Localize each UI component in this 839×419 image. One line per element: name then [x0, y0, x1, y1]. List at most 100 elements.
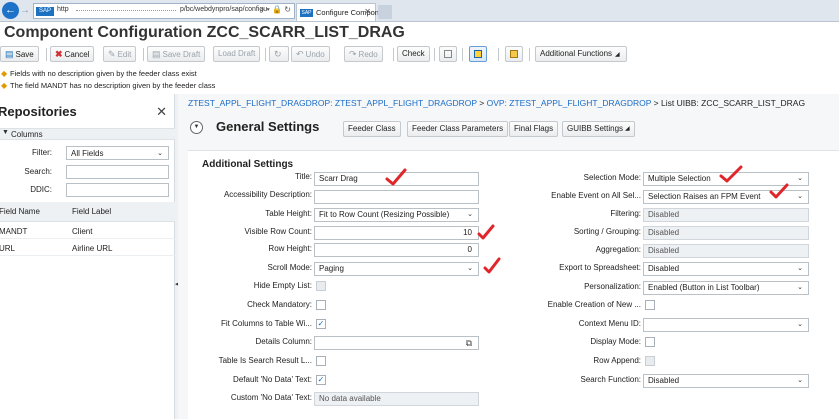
export-spreadsheet-label: Export to Spreadsheet:: [559, 263, 641, 272]
save-draft-button[interactable]: ▤ Save Draft: [147, 46, 206, 62]
default-no-data-label: Default 'No Data' Text:: [233, 375, 312, 384]
ddic-label: DDIC:: [30, 185, 52, 194]
table-height-select[interactable]: Fit to Row Count (Resizing Possible) ⌄: [314, 208, 479, 222]
accessibility-description-input[interactable]: [314, 190, 479, 204]
table-row[interactable]: MANDT Client: [0, 222, 175, 239]
hide-empty-list-checkbox[interactable]: [316, 281, 326, 291]
filter-label: Filter:: [32, 148, 52, 157]
chevron-down-icon: ⌄: [797, 321, 803, 328]
address-tools-icon[interactable]: ⌕ ▾ 🔒 ↻: [260, 5, 291, 15]
chevron-down-icon: ⌄: [797, 175, 803, 182]
redo-button[interactable]: ↷ Redo: [344, 46, 383, 62]
load-draft-button[interactable]: Load Draft: [213, 46, 261, 62]
feeder-class-parameters-button[interactable]: Feeder Class Parameters: [407, 121, 509, 137]
default-no-data-checkbox[interactable]: ✓: [316, 375, 326, 385]
column-header-field-label[interactable]: Field Label: [72, 207, 111, 216]
breadcrumb-link-application[interactable]: ZTEST_APPL_FLIGHT_DRAGDROP: ZTEST_APPL_F…: [188, 98, 477, 108]
url-protocol: http: [57, 6, 69, 13]
forward-arrow-icon[interactable]: →: [19, 4, 31, 17]
search-label: Search:: [24, 167, 52, 176]
save-button[interactable]: ▤ Save: [0, 46, 39, 62]
warning-text: Fields with no description given by the …: [10, 69, 197, 78]
display-mode-checkbox[interactable]: [645, 337, 655, 347]
refresh-button[interactable]: ↻: [269, 46, 289, 62]
columns-section-toggle[interactable]: ▼ Columns: [0, 128, 175, 140]
field-label-cell: Airline URL: [72, 244, 113, 253]
guibb-settings-button[interactable]: GUIBB Settings ◢: [562, 121, 635, 137]
context-menu-id-select[interactable]: ⌄: [643, 318, 809, 332]
warning-message: ◆ The field MANDT has no description giv…: [0, 80, 839, 91]
additional-functions-button[interactable]: Additional Functions ◢: [535, 46, 627, 62]
layout-split-icon[interactable]: [469, 46, 487, 62]
column-header-field-name[interactable]: Field Name: [0, 207, 40, 216]
additional-settings-title: Additional Settings: [202, 159, 294, 170]
hide-empty-list-label: Hide Empty List:: [253, 281, 312, 290]
visible-row-count-input[interactable]: 10: [314, 226, 479, 240]
save-draft-label: Save Draft: [162, 50, 201, 59]
feeder-class-button[interactable]: Feeder Class: [343, 121, 401, 137]
enable-creation-label: Enable Creation of New ...: [547, 300, 641, 309]
row-height-input[interactable]: 0: [314, 243, 479, 257]
cancel-button[interactable]: ✖ Cancel: [50, 46, 95, 62]
row-append-checkbox[interactable]: [645, 356, 655, 366]
new-tab-button[interactable]: [378, 5, 392, 19]
general-settings-title: General Settings: [216, 119, 320, 134]
fit-columns-checkbox[interactable]: ✓: [316, 319, 326, 329]
save-label: Save: [15, 50, 34, 59]
edit-button[interactable]: ✎ Edit: [103, 46, 137, 62]
close-icon[interactable]: ✕: [156, 104, 167, 120]
sap-favicon-icon: SAP: [36, 7, 54, 16]
check-button[interactable]: Check: [397, 46, 430, 62]
guibb-settings-label: GUIBB Settings: [567, 124, 624, 133]
browser-tab[interactable]: SAP Configure Component ✕: [296, 3, 389, 21]
aggregation-field: Disabled: [643, 244, 809, 258]
field-name-cell: MANDT: [0, 227, 28, 236]
back-arrow-icon[interactable]: ←: [2, 2, 19, 19]
enable-creation-checkbox[interactable]: [645, 300, 655, 310]
personalization-select[interactable]: Enabled (Button in List Toolbar) ⌄: [643, 281, 809, 295]
custom-no-data-input[interactable]: No data available: [314, 392, 479, 406]
menu-corner-icon: ◢: [615, 52, 620, 58]
layout-stacked-icon[interactable]: [505, 46, 523, 62]
display-mode-label: Display Mode:: [590, 337, 641, 346]
final-flags-button[interactable]: Final Flags: [509, 121, 559, 137]
field-label-cell: Client: [72, 227, 93, 236]
visible-row-count-label: Visible Row Count:: [244, 227, 312, 236]
toolbar-divider: [529, 48, 530, 61]
tab-close-icon[interactable]: ✕: [364, 7, 371, 16]
sorting-grouping-label: Sorting / Grouping:: [573, 227, 641, 236]
custom-no-data-label: Custom 'No Data' Text:: [230, 393, 312, 402]
selection-mode-label: Selection Mode:: [583, 173, 641, 182]
search-function-select[interactable]: Disabled ⌄: [643, 374, 809, 388]
selection-mode-value: Multiple Selection: [648, 174, 711, 183]
additional-functions-label: Additional Functions: [540, 49, 613, 58]
chevron-down-icon: ⌄: [797, 377, 803, 384]
search-input[interactable]: [66, 165, 169, 179]
filter-select[interactable]: All Fields ⌄: [66, 146, 169, 160]
scroll-mode-label: Scroll Mode:: [267, 263, 312, 272]
details-column-input[interactable]: ⧉: [314, 336, 479, 350]
scroll-mode-select[interactable]: Paging ⌄: [314, 262, 479, 276]
url-redacted: [76, 10, 176, 13]
value-help-icon[interactable]: ⧉: [466, 337, 472, 349]
cancel-icon: ✖: [55, 49, 63, 59]
undo-button[interactable]: ↶ Undo: [291, 46, 330, 62]
layout-single-icon[interactable]: [439, 46, 457, 62]
address-bar[interactable]: SAP http p/bc/webdynpro/sap/configu ⌕ ▾ …: [33, 3, 295, 19]
search-result-list-checkbox[interactable]: [316, 356, 326, 366]
draft-icon: ▤: [152, 49, 161, 59]
check-mandatory-checkbox[interactable]: [316, 300, 326, 310]
breadcrumb-separator: >: [476, 98, 487, 108]
aggregation-label: Aggregation:: [595, 245, 641, 254]
tab-favicon-icon: SAP: [300, 9, 313, 17]
personalization-value: Enabled (Button in List Toolbar): [648, 283, 760, 292]
warning-icon: ◆: [1, 81, 8, 90]
configuration-panel: ZTEST_APPL_FLIGHT_DRAGDROP: ZTEST_APPL_F…: [178, 94, 839, 419]
title-label: Title:: [294, 172, 312, 181]
table-row[interactable]: URL Airline URL: [0, 239, 175, 256]
expand-toggle-icon[interactable]: ▼: [190, 121, 203, 134]
breadcrumb-link-ovp[interactable]: OVP: ZTEST_APPL_FLIGHT_DRAGDROP: [487, 98, 652, 108]
export-spreadsheet-select[interactable]: Disabled ⌄: [643, 262, 809, 276]
ddic-input[interactable]: [66, 183, 169, 197]
columns-label: Columns: [11, 130, 43, 139]
